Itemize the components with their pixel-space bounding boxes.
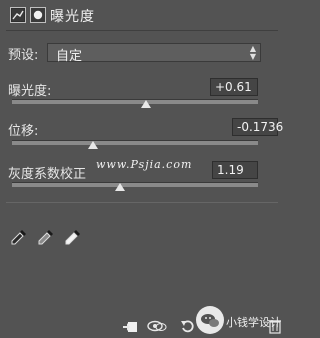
section-divider [6,202,278,203]
exposure-label: 曝光度: [8,84,52,99]
mask-icon[interactable] [30,7,46,23]
visibility-icon[interactable] [147,318,167,334]
black-point-eyedropper-icon[interactable] [10,228,28,246]
exposure-slider-thumb[interactable] [141,100,151,108]
reset-icon[interactable] [180,318,196,334]
preset-label: 预设: [8,48,39,63]
exposure-field[interactable]: +0.61 [210,78,258,96]
exposure-slider-track[interactable] [12,99,258,104]
gray-point-eyedropper-icon[interactable] [37,228,55,246]
offset-field[interactable]: -0.1736 [232,118,283,136]
select-arrows-icon: ▲ ▼ [249,44,256,61]
offset-slider-track[interactable] [12,140,258,145]
trash-icon[interactable] [269,318,281,334]
gamma-field[interactable]: 1.19 [212,161,258,179]
panel-title: 曝光度 [50,9,95,25]
gamma-slider-thumb[interactable] [115,183,125,191]
adjustment-layer-icon[interactable] [10,7,26,23]
watermark-text: www.Psjia.com [96,158,193,171]
preset-select[interactable]: 自定 ▲ ▼ [47,43,261,64]
clip-to-layer-icon[interactable] [122,318,138,334]
offset-slider-thumb[interactable] [88,141,98,149]
white-point-eyedropper-icon[interactable] [64,228,82,246]
brand-badge-icon [196,306,224,334]
gamma-slider-track[interactable] [12,182,258,187]
preset-value: 自定 [56,49,83,64]
gamma-label: 灰度系数校正 [8,167,87,182]
offset-label: 位移: [8,124,39,139]
header-divider [6,30,278,31]
